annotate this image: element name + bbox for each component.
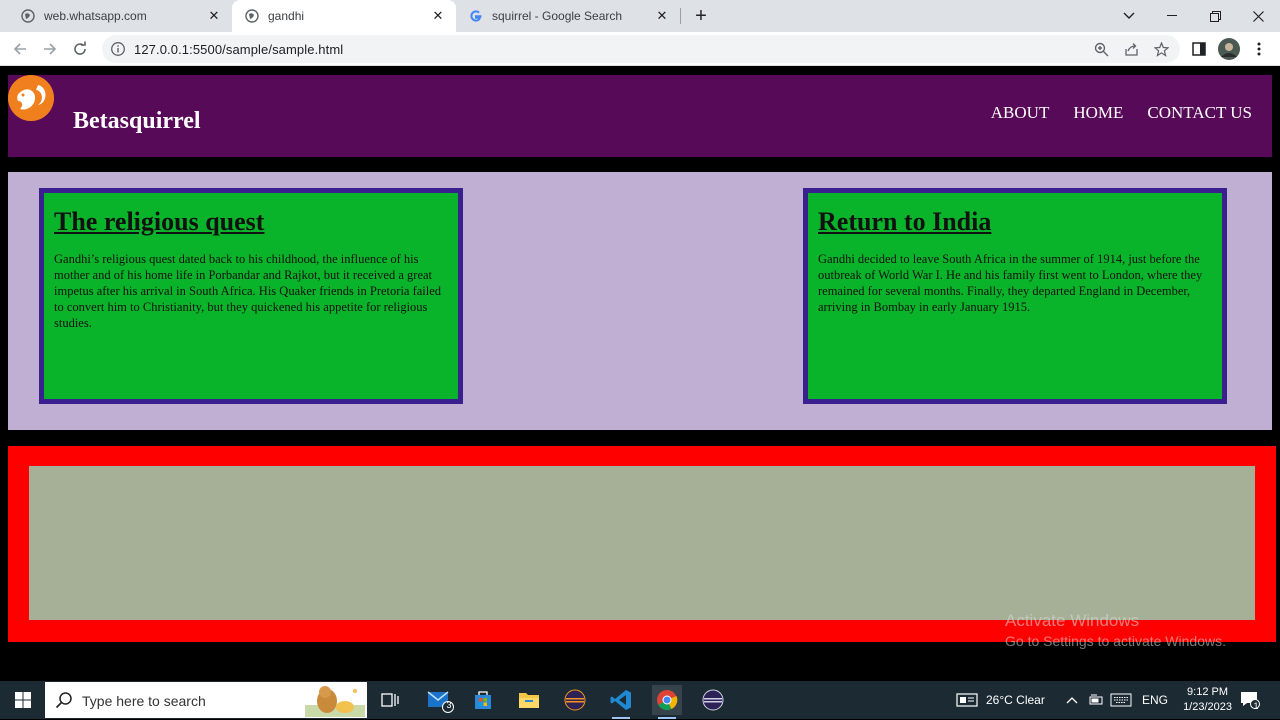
battery-icon[interactable]: [1088, 681, 1104, 719]
site-header: Betasquirrel ABOUT HOME CONTACT US: [8, 75, 1272, 157]
chevron-up-icon: [1066, 697, 1078, 704]
info-icon[interactable]: [110, 41, 126, 57]
profile-avatar[interactable]: [1218, 38, 1240, 60]
clock-time: 9:12 PM: [1187, 686, 1229, 698]
share-icon[interactable]: [1122, 40, 1140, 58]
language-indicator[interactable]: ENG: [1142, 681, 1168, 719]
menu-kebab-icon[interactable]: [1248, 38, 1270, 60]
search-highlight-illustration: [305, 683, 365, 717]
card-title: Return to India: [818, 207, 992, 236]
card-body: Gandhi’s religious quest dated back to h…: [54, 252, 442, 330]
eclipse-icon[interactable]: [560, 685, 590, 715]
close-window-button[interactable]: [1236, 0, 1280, 32]
search-placeholder: Type here to search: [82, 693, 206, 709]
page-viewport: Betasquirrel ABOUT HOME CONTACT US The r…: [0, 67, 1280, 681]
url-text[interactable]: 127.0.0.1:5500/sample/sample.html: [134, 42, 343, 57]
show-hidden-icons[interactable]: [1066, 681, 1078, 719]
tab-divider: [680, 8, 681, 24]
card-religious-quest: The religious quest Gandhi’s religious q…: [39, 188, 463, 404]
card-body: Gandhi decided to leave South Africa in …: [818, 252, 1203, 314]
notification-count: 1: [1253, 701, 1259, 711]
forward-button[interactable]: [38, 37, 62, 61]
tab-gandhi[interactable]: gandhi ✕: [232, 0, 456, 32]
store-icon[interactable]: [468, 685, 498, 715]
chrome-icon[interactable]: [652, 685, 682, 719]
activate-windows-title: Activate Windows: [1005, 611, 1140, 630]
task-view-icon[interactable]: [375, 685, 405, 715]
restore-button[interactable]: [1193, 0, 1237, 32]
content-section: The religious quest Gandhi’s religious q…: [8, 172, 1272, 430]
globe-icon: [20, 8, 36, 24]
zoom-icon[interactable]: [1092, 40, 1110, 58]
tab-title: squirrel - Google Search: [492, 9, 623, 23]
keyboard-icon[interactable]: [1110, 681, 1132, 719]
google-icon: [468, 8, 484, 24]
address-bar[interactable]: 127.0.0.1:5500/sample/sample.html: [102, 35, 1180, 63]
weather-widget[interactable]: 26°C Clear: [956, 681, 1045, 719]
mail-badge: 3: [446, 700, 452, 710]
eclipse-icon[interactable]: [698, 685, 728, 715]
close-icon[interactable]: ✕: [206, 8, 222, 24]
globe-icon: [244, 8, 260, 24]
reload-button[interactable]: [68, 37, 92, 61]
tab-search-button[interactable]: [1107, 0, 1151, 32]
footer-inner-box: [29, 466, 1255, 620]
browser-toolbar: 127.0.0.1:5500/sample/sample.html: [0, 32, 1280, 66]
notification-center-icon[interactable]: 1: [1240, 681, 1260, 719]
card-title: The religious quest: [54, 207, 265, 236]
weather-icon: [956, 693, 978, 707]
clock-date: 1/23/2023: [1183, 701, 1232, 713]
tab-strip: web.whatsapp.com ✕ gandhi ✕ squirrel - G…: [0, 0, 1280, 32]
new-tab-button[interactable]: +: [690, 5, 712, 27]
tab-title: web.whatsapp.com: [44, 9, 147, 23]
nav-about-link[interactable]: ABOUT: [991, 103, 1050, 123]
minimize-button[interactable]: [1150, 0, 1194, 32]
close-icon[interactable]: ✕: [654, 8, 670, 24]
system-clock[interactable]: 9:12 PM 1/23/2023: [1183, 685, 1232, 715]
squirrel-logo[interactable]: [8, 75, 54, 121]
vscode-icon[interactable]: [606, 685, 636, 719]
activate-windows-subtitle: Go to Settings to activate Windows.: [1005, 633, 1226, 649]
mail-icon[interactable]: 3: [425, 685, 455, 715]
bookmark-star-icon[interactable]: [1152, 40, 1170, 58]
main-menu: ABOUT HOME CONTACT US: [991, 103, 1252, 123]
nav-contact-link[interactable]: CONTACT US: [1147, 103, 1252, 123]
back-button[interactable]: [8, 37, 32, 61]
card-return-to-india: Return to India Gandhi decided to leave …: [803, 188, 1227, 404]
start-button[interactable]: [0, 681, 45, 719]
weather-text: 26°C Clear: [986, 693, 1045, 707]
file-explorer-icon[interactable]: [514, 685, 544, 715]
brand-name[interactable]: Betasquirrel: [73, 108, 201, 135]
close-icon[interactable]: ✕: [430, 8, 446, 24]
windows-taskbar: Type here to search 3 26°C Clear ENG 9:1…: [0, 681, 1280, 719]
tab-title: gandhi: [268, 9, 305, 23]
tab-squirrel-search[interactable]: squirrel - Google Search ✕: [456, 0, 680, 32]
search-icon: [55, 691, 73, 709]
taskbar-search[interactable]: Type here to search: [45, 682, 367, 718]
nav-home-link[interactable]: HOME: [1073, 103, 1123, 123]
tab-whatsapp[interactable]: web.whatsapp.com ✕: [8, 0, 232, 32]
side-panel-icon[interactable]: [1188, 38, 1210, 60]
